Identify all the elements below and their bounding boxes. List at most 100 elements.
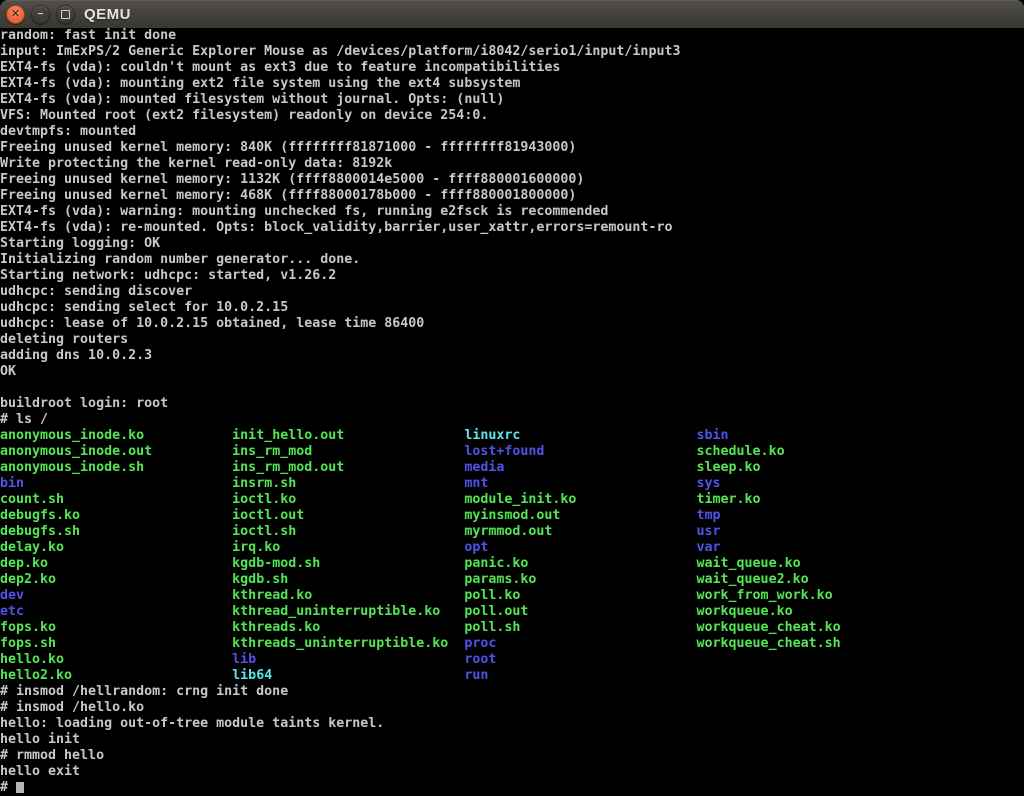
terminal-line: VFS: Mounted root (ext2 filesystem) read… [0, 108, 1024, 124]
terminal-line: delay.ko irq.ko opt var [0, 540, 1024, 556]
terminal-line: EXT4-fs (vda): mounted filesystem withou… [0, 92, 1024, 108]
file-entry: dep.ko [0, 556, 48, 571]
file-entry: sys [697, 476, 721, 491]
file-entry: fops.ko [0, 620, 56, 635]
terminal-line: EXT4-fs (vda): warning: mounting uncheck… [0, 204, 1024, 220]
file-entry: debugfs.ko [0, 508, 80, 523]
terminal-line: input: ImExPS/2 Generic Explorer Mouse a… [0, 44, 1024, 60]
terminal-line: etc kthread_uninterruptible.ko poll.out … [0, 604, 1024, 620]
terminal-line: Freeing unused kernel memory: 1132K (fff… [0, 172, 1024, 188]
file-entry: run [464, 668, 488, 683]
file-entry: ioctl.sh [232, 524, 296, 539]
file-entry: workqueue_cheat.ko [697, 620, 841, 635]
qemu-window: ✕ − QEMU random: fast init doneinput: Im… [0, 0, 1024, 796]
terminal-line: hello init [0, 732, 1024, 748]
file-entry: kthreads_uninterruptible.ko [232, 636, 448, 651]
terminal-line: Initializing random number generator... … [0, 252, 1024, 268]
file-entry: kgdb.sh [232, 572, 288, 587]
close-icon: ✕ [11, 9, 20, 20]
file-entry: hello2.ko [0, 668, 72, 683]
terminal-line: hello exit [0, 764, 1024, 780]
file-entry: hello.ko [0, 652, 64, 667]
file-entry: etc [0, 604, 24, 619]
file-entry: dep2.ko [0, 572, 56, 587]
terminal-line: OK [0, 364, 1024, 380]
terminal-line: Starting network: udhcpc: started, v1.26… [0, 268, 1024, 284]
file-entry: ins_rm_mod [232, 444, 312, 459]
file-entry: fops.sh [0, 636, 56, 651]
terminal-line: hello: loading out-of-tree module taints… [0, 716, 1024, 732]
terminal-line: # rmmod hello [0, 748, 1024, 764]
file-entry: poll.sh [464, 620, 520, 635]
file-entry: lib [232, 652, 256, 667]
file-entry: schedule.ko [697, 444, 785, 459]
file-entry: proc [464, 636, 496, 651]
file-entry: wait_queue2.ko [697, 572, 809, 587]
terminal-line: udhcpc: lease of 10.0.2.15 obtained, lea… [0, 316, 1024, 332]
terminal-line: EXT4-fs (vda): re-mounted. Opts: block_v… [0, 220, 1024, 236]
terminal-line: Freeing unused kernel memory: 840K (ffff… [0, 140, 1024, 156]
file-entry: sbin [697, 428, 729, 443]
terminal-line: devtmpfs: mounted [0, 124, 1024, 140]
terminal-line: anonymous_inode.out ins_rm_mod lost+foun… [0, 444, 1024, 460]
file-entry: timer.ko [697, 492, 761, 507]
terminal-line: Freeing unused kernel memory: 468K (ffff… [0, 188, 1024, 204]
terminal-line: fops.sh kthreads_uninterruptible.ko proc… [0, 636, 1024, 652]
file-entry: var [697, 540, 721, 555]
file-entry: insrm.sh [232, 476, 296, 491]
terminal-line [0, 380, 1024, 396]
terminal-line: udhcpc: sending select for 10.0.2.15 [0, 300, 1024, 316]
file-entry: delay.ko [0, 540, 64, 555]
file-entry: opt [464, 540, 488, 555]
file-entry: ins_rm_mod.out [232, 460, 344, 475]
terminal-line: random: fast init done [0, 28, 1024, 44]
terminal-line: anonymous_inode.ko init_hello.out linuxr… [0, 428, 1024, 444]
file-entry: mnt [464, 476, 488, 491]
window-titlebar[interactable]: ✕ − QEMU [0, 0, 1024, 28]
file-entry: workqueue_cheat.sh [697, 636, 841, 651]
file-entry: anonymous_inode.sh [0, 460, 144, 475]
file-entry: init_hello.out [232, 428, 344, 443]
terminal-line: Starting logging: OK [0, 236, 1024, 252]
terminal-line: # insmod /hellrandom: crng init done [0, 684, 1024, 700]
file-entry: myrmmod.out [464, 524, 552, 539]
maximize-button[interactable] [56, 5, 75, 24]
terminal-screen[interactable]: random: fast init doneinput: ImExPS/2 Ge… [0, 28, 1024, 796]
file-entry: myinsmod.out [464, 508, 560, 523]
file-entry: kthreads.ko [232, 620, 320, 635]
shell-prompt: # [0, 780, 16, 795]
terminal-line: buildroot login: root [0, 396, 1024, 412]
file-entry: kthread.ko [232, 588, 312, 603]
terminal-line: udhcpc: sending discover [0, 284, 1024, 300]
file-entry: poll.ko [464, 588, 520, 603]
file-entry: sleep.ko [697, 460, 761, 475]
file-entry: lib64 [232, 668, 272, 683]
file-entry: params.ko [464, 572, 536, 587]
file-entry: count.sh [0, 492, 64, 507]
terminal-line: hello2.ko lib64 run [0, 668, 1024, 684]
file-entry: tmp [697, 508, 721, 523]
maximize-icon [61, 10, 70, 19]
terminal-line: dep2.ko kgdb.sh params.ko wait_queue2.ko [0, 572, 1024, 588]
file-entry: debugfs.sh [0, 524, 80, 539]
file-entry: media [464, 460, 504, 475]
file-entry: wait_queue.ko [697, 556, 801, 571]
close-button[interactable]: ✕ [6, 5, 25, 24]
terminal-line: # insmod /hello.ko [0, 700, 1024, 716]
file-entry: lost+found [464, 444, 544, 459]
terminal-line: dep.ko kgdb-mod.sh panic.ko wait_queue.k… [0, 556, 1024, 572]
minimize-button[interactable]: − [31, 5, 50, 24]
file-entry: dev [0, 588, 24, 603]
terminal-cursor [16, 782, 24, 793]
file-entry: usr [697, 524, 721, 539]
file-entry: bin [0, 476, 24, 491]
terminal-line: anonymous_inode.sh ins_rm_mod.out media … [0, 460, 1024, 476]
terminal-line: EXT4-fs (vda): mounting ext2 file system… [0, 76, 1024, 92]
terminal-line: deleting routers [0, 332, 1024, 348]
file-entry: anonymous_inode.out [0, 444, 152, 459]
terminal-line: debugfs.ko ioctl.out myinsmod.out tmp [0, 508, 1024, 524]
file-entry: ioctl.out [232, 508, 304, 523]
terminal-line: # [0, 780, 1024, 796]
file-entry: ioctl.ko [232, 492, 296, 507]
terminal-line: dev kthread.ko poll.ko work_from_work.ko [0, 588, 1024, 604]
